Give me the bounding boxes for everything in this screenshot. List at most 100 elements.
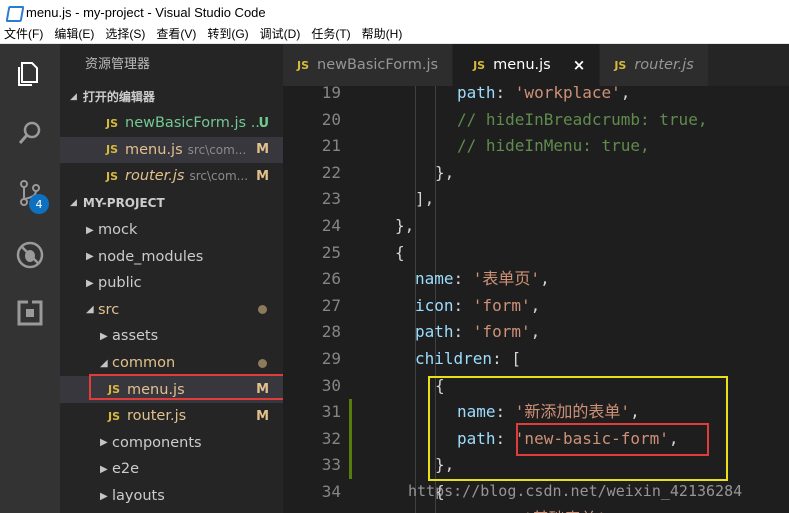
tree-folder[interactable]: ▶ e2e bbox=[60, 456, 283, 483]
tab-newbasicform[interactable]: JS newBasicForm.js bbox=[283, 44, 454, 86]
code-token: 'form' bbox=[472, 322, 531, 342]
code-line[interactable]: '基础表单' bbox=[283, 506, 789, 513]
menu-edit[interactable]: 编辑(E) bbox=[54, 25, 94, 42]
code-token: , bbox=[540, 269, 550, 289]
debug-icon[interactable] bbox=[0, 230, 60, 280]
source-control-icon[interactable] bbox=[0, 168, 60, 218]
code-text: '基础表单' bbox=[523, 506, 606, 513]
menu-bar: 文件(F) 编辑(E) 选择(S) 查看(V) 转到(G) 调试(D) 任务(T… bbox=[0, 24, 789, 44]
code-line[interactable]: 28 path: 'form', bbox=[283, 319, 789, 346]
tree-file[interactable]: JS router.js M bbox=[60, 403, 283, 430]
window-title: menu.js - my-project - Visual Studio Cod… bbox=[26, 4, 266, 20]
code-token: '基础表单' bbox=[523, 509, 606, 513]
chevron-down-icon: ◢ bbox=[86, 304, 94, 316]
code-line[interactable]: 25 { bbox=[283, 240, 789, 267]
editor-tabs: JS newBasicForm.js JS menu.js × JS route… bbox=[283, 44, 789, 86]
code-text: // hideInBreadcrumb: true, bbox=[457, 107, 707, 134]
explorer-sidebar: 资源管理器 ◢ 打开的编辑器 JS newBasicForm.js ... U … bbox=[60, 44, 283, 513]
chevron-right-icon: ▶ bbox=[86, 224, 94, 236]
open-editor-name: newBasicForm.js ... bbox=[125, 115, 265, 132]
code-token: }, bbox=[395, 216, 415, 235]
line-number: 30 bbox=[321, 375, 341, 395]
code-token: }, bbox=[435, 162, 455, 182]
git-status-badge: M bbox=[256, 142, 269, 158]
code-token: 'workplace' bbox=[514, 86, 621, 102]
code-token: // hideInMenu: true, bbox=[457, 136, 650, 156]
vscode-logo-icon bbox=[6, 5, 20, 19]
code-token: { bbox=[395, 242, 405, 262]
menu-help[interactable]: 帮助(H) bbox=[362, 25, 403, 42]
open-editor-path: src\com... bbox=[187, 142, 247, 157]
tree-folder[interactable]: ▶ components bbox=[60, 430, 283, 457]
open-editor-path: src\com... bbox=[189, 169, 249, 184]
code-line[interactable]: 19 path: 'workplace', bbox=[283, 86, 789, 107]
menu-selection[interactable]: 选择(S) bbox=[105, 25, 145, 42]
open-editor-item[interactable]: JS menu.js src\com... M bbox=[60, 136, 283, 164]
code-text: name: '表单页', bbox=[415, 266, 550, 293]
code-token: : bbox=[453, 322, 473, 342]
title-bar: menu.js - my-project - Visual Studio Cod… bbox=[0, 0, 789, 24]
code-token: , bbox=[620, 86, 631, 102]
code-text: { bbox=[395, 240, 405, 267]
open-editors-header[interactable]: ◢ 打开的编辑器 bbox=[60, 84, 283, 110]
code-token: : bbox=[495, 86, 515, 102]
menu-tasks[interactable]: 任务(T) bbox=[311, 25, 350, 42]
tab-router[interactable]: JS router.js bbox=[600, 44, 709, 86]
watermark: https://blog.csdn.net/weixin_42136284 bbox=[408, 482, 743, 500]
menu-debug[interactable]: 调试(D) bbox=[260, 25, 301, 42]
code-line[interactable]: 23], bbox=[283, 186, 789, 213]
tab-menu[interactable]: JS menu.js × bbox=[453, 44, 601, 86]
code-token: , bbox=[530, 322, 541, 342]
tree-folder[interactable]: ▶ mock bbox=[60, 217, 283, 244]
tree-folder[interactable]: ◢ src bbox=[60, 297, 283, 324]
code-token: : bbox=[453, 269, 473, 289]
code-token: : bbox=[453, 295, 473, 315]
expanded-triangle-icon: ◢ bbox=[70, 198, 77, 209]
modified-dot-icon bbox=[258, 358, 267, 368]
tree-folder[interactable]: ▶ node_modules bbox=[60, 243, 283, 270]
chevron-right-icon: ▶ bbox=[100, 437, 108, 449]
line-number: 25 bbox=[321, 242, 341, 262]
explorer-icon[interactable] bbox=[0, 48, 60, 98]
code-line[interactable]: 27 icon: 'form', bbox=[283, 293, 789, 320]
code-line[interactable]: 22}, bbox=[283, 160, 789, 187]
line-number: 23 bbox=[321, 189, 341, 209]
annotation-red-box-sidebar bbox=[89, 374, 285, 400]
js-file-icon: JS bbox=[106, 116, 119, 130]
code-line[interactable]: 29 children: [ bbox=[283, 346, 789, 373]
tree-folder[interactable]: ◢ common bbox=[60, 350, 283, 377]
tree-folder[interactable]: ▶ layouts bbox=[60, 483, 283, 510]
code-token: ], bbox=[415, 189, 435, 209]
code-line[interactable]: 26 name: '表单页', bbox=[283, 266, 789, 293]
open-editor-item[interactable]: JS router.js src\com... M bbox=[60, 163, 283, 190]
line-number: 33 bbox=[321, 455, 341, 475]
git-status-badge: U bbox=[258, 115, 269, 131]
menu-file[interactable]: 文件(F) bbox=[4, 25, 43, 42]
project-header[interactable]: ◢ MY-PROJECT bbox=[60, 190, 283, 217]
close-icon[interactable]: × bbox=[573, 56, 586, 74]
extensions-icon[interactable] bbox=[0, 288, 60, 338]
chevron-right-icon: ▶ bbox=[100, 463, 108, 475]
line-number: 29 bbox=[321, 349, 341, 368]
sidebar-title: 资源管理器 bbox=[85, 57, 151, 72]
code-token: children bbox=[415, 349, 493, 368]
line-number: 24 bbox=[321, 216, 341, 235]
tree-folder[interactable]: ▶ assets bbox=[60, 323, 283, 350]
line-number: 28 bbox=[321, 322, 341, 342]
git-status-badge: M bbox=[256, 408, 269, 424]
open-editor-name: menu.js bbox=[125, 141, 183, 158]
code-text: children: [ bbox=[415, 346, 521, 373]
open-editor-item[interactable]: JS newBasicForm.js ... U bbox=[60, 110, 283, 137]
menu-go[interactable]: 转到(G) bbox=[207, 25, 248, 42]
js-file-icon: JS bbox=[108, 409, 121, 423]
code-line[interactable]: 24}, bbox=[283, 213, 789, 240]
tree-folder[interactable]: ▶ public bbox=[60, 270, 283, 297]
menu-view[interactable]: 查看(V) bbox=[156, 25, 196, 42]
chevron-right-icon: ▶ bbox=[86, 277, 94, 289]
expanded-triangle-icon: ◢ bbox=[70, 92, 77, 102]
code-text: // hideInMenu: true, bbox=[457, 133, 650, 160]
modified-dot-icon bbox=[258, 305, 267, 315]
search-icon[interactable] bbox=[0, 108, 60, 158]
code-line[interactable]: 20 // hideInBreadcrumb: true, bbox=[283, 107, 789, 134]
code-line[interactable]: 21 // hideInMenu: true, bbox=[283, 133, 789, 160]
